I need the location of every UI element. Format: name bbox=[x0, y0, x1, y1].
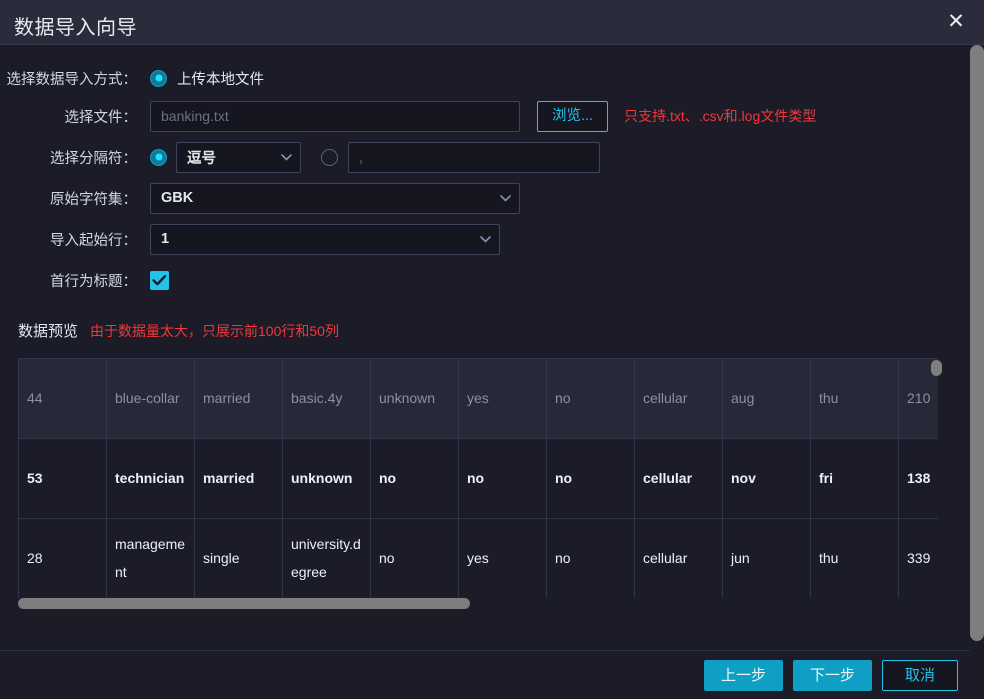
table-cell: yes bbox=[458, 518, 547, 598]
row-import-method: 选择数据导入方式： 上传本地文件 bbox=[0, 63, 600, 93]
table-cell: blue-collar bbox=[106, 358, 195, 439]
table-cell: single bbox=[194, 518, 283, 598]
row-first-row-header: 首行为标题： bbox=[0, 265, 600, 295]
table-row: 53 technician married unknown no no no c… bbox=[18, 438, 938, 519]
preview-title: 数据预览 bbox=[18, 323, 79, 340]
table-cell: yes bbox=[458, 358, 547, 439]
table-cell: 53 bbox=[18, 438, 107, 519]
dialog-vertical-scrollbar-thumb[interactable] bbox=[970, 45, 984, 641]
radio-separator-custom[interactable] bbox=[321, 148, 338, 166]
table-cell: no bbox=[546, 438, 635, 519]
table-cell: married bbox=[194, 438, 283, 519]
charset-select[interactable]: GBK bbox=[150, 182, 520, 214]
dialog-footer: 上一步 下一步 取消 bbox=[0, 650, 970, 699]
table-cell: technician bbox=[106, 438, 195, 519]
table-cell: 44 bbox=[18, 358, 107, 439]
row-start-row: 导入起始行： 1 bbox=[0, 223, 600, 255]
table-cell: thu bbox=[810, 518, 899, 598]
table-cell: university.degree bbox=[282, 518, 371, 598]
table-cell: unknown bbox=[282, 438, 371, 519]
footer-button-group: 上一步 下一步 取消 bbox=[703, 660, 958, 691]
radio-upload-local-file[interactable] bbox=[150, 69, 167, 87]
table-horizontal-scrollbar-thumb[interactable] bbox=[18, 598, 470, 609]
table-cell: 28 bbox=[18, 518, 107, 598]
table-cell: 339 bbox=[898, 518, 938, 598]
label-start-row: 导入起始行： bbox=[50, 232, 137, 249]
preview-note: 由于数据量太大，只展示前100行和50列 bbox=[90, 323, 339, 339]
table-cell: fri bbox=[810, 438, 899, 519]
table-cell: no bbox=[370, 518, 459, 598]
separator-custom-input[interactable] bbox=[348, 141, 600, 173]
separator-preset-value: 逗号 bbox=[187, 150, 216, 167]
radio-separator-preset[interactable] bbox=[150, 148, 167, 166]
preview-table-body: 44 blue-collar married basic.4y unknown … bbox=[18, 358, 938, 598]
start-row-select[interactable]: 1 bbox=[150, 223, 500, 255]
table-cell: cellular bbox=[634, 358, 723, 439]
close-icon[interactable]: ✕ bbox=[942, 8, 970, 36]
check-icon bbox=[152, 274, 167, 285]
table-cell: married bbox=[194, 358, 283, 439]
row-charset: 原始字符集： GBK bbox=[0, 182, 600, 214]
row-separator: 选择分隔符： 逗号 bbox=[0, 141, 960, 173]
preview-table: 44 blue-collar married basic.4y unknown … bbox=[18, 358, 938, 598]
next-step-button[interactable]: 下一步 bbox=[792, 660, 872, 691]
table-cell: no bbox=[458, 438, 547, 519]
table-cell: no bbox=[546, 518, 635, 598]
chevron-down-icon bbox=[500, 195, 511, 202]
charset-value: GBK bbox=[161, 190, 194, 206]
table-cell: jun bbox=[722, 518, 811, 598]
dialog-vertical-scrollbar[interactable] bbox=[970, 45, 984, 699]
data-import-wizard-dialog: 数据导入向导 ✕ 选择数据导入方式： 上传本地文件 选择文件： 浏览... 只支… bbox=[0, 0, 984, 699]
label-first-row-header: 首行为标题： bbox=[50, 273, 137, 290]
start-row-value: 1 bbox=[161, 231, 170, 247]
table-cell: cellular bbox=[634, 438, 723, 519]
table-row: 44 blue-collar married basic.4y unknown … bbox=[18, 358, 938, 439]
table-vertical-scrollbar-thumb[interactable] bbox=[931, 360, 942, 376]
browse-button[interactable]: 浏览... bbox=[537, 100, 609, 132]
chevron-down-icon bbox=[480, 236, 491, 243]
table-cell: no bbox=[546, 358, 635, 439]
table-row: 28 management single university.degree n… bbox=[18, 518, 938, 598]
table-cell: unknown bbox=[370, 358, 459, 439]
chevron-down-icon bbox=[281, 154, 292, 161]
row-select-file: 选择文件： 浏览... 只支持.txt、.csv和.log文件类型 bbox=[0, 100, 960, 132]
cancel-button[interactable]: 取消 bbox=[882, 660, 958, 691]
table-cell: 138 bbox=[898, 438, 938, 519]
table-cell: management bbox=[106, 518, 195, 598]
file-type-hint: 只支持.txt、.csv和.log文件类型 bbox=[624, 108, 817, 124]
dialog-titlebar: 数据导入向导 ✕ bbox=[0, 0, 984, 45]
preview-table-container[interactable]: 44 blue-collar married basic.4y unknown … bbox=[18, 358, 938, 598]
previous-step-button[interactable]: 上一步 bbox=[703, 660, 783, 691]
preview-heading: 数据预览 由于数据量太大，只展示前100行和50列 bbox=[18, 320, 339, 341]
table-cell: no bbox=[370, 438, 459, 519]
table-cell: aug bbox=[722, 358, 811, 439]
table-horizontal-scrollbar[interactable] bbox=[18, 598, 938, 609]
separator-preset-select[interactable]: 逗号 bbox=[176, 141, 301, 173]
label-import-method: 选择数据导入方式： bbox=[6, 71, 138, 88]
radio-label-upload-local-file: 上传本地文件 bbox=[177, 71, 264, 88]
label-separator: 选择分隔符： bbox=[50, 150, 137, 167]
table-cell: basic.4y bbox=[282, 358, 371, 439]
label-select-file: 选择文件： bbox=[64, 109, 138, 126]
dialog-title: 数据导入向导 bbox=[14, 17, 137, 39]
table-cell: thu bbox=[810, 358, 899, 439]
first-row-header-checkbox[interactable] bbox=[150, 270, 169, 290]
label-charset: 原始字符集： bbox=[50, 191, 137, 208]
table-cell: nov bbox=[722, 438, 811, 519]
file-path-input[interactable] bbox=[150, 100, 520, 132]
table-cell: cellular bbox=[634, 518, 723, 598]
